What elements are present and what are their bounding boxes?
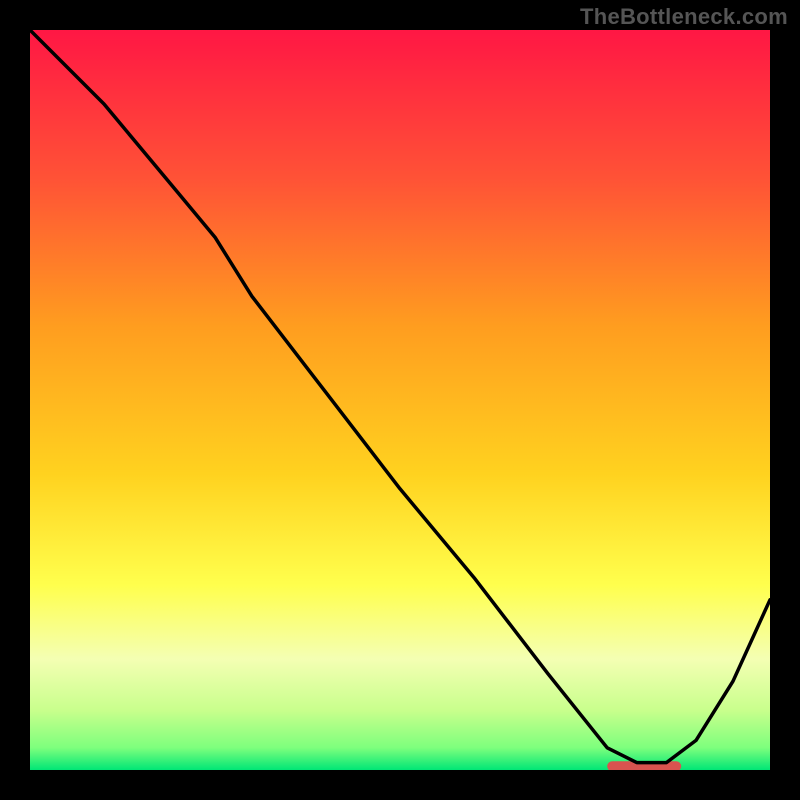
gradient-background — [30, 30, 770, 770]
plot-area — [30, 30, 770, 770]
watermark-text: TheBottleneck.com — [580, 4, 788, 30]
chart-frame: TheBottleneck.com — [0, 0, 800, 800]
chart-svg — [30, 30, 770, 770]
